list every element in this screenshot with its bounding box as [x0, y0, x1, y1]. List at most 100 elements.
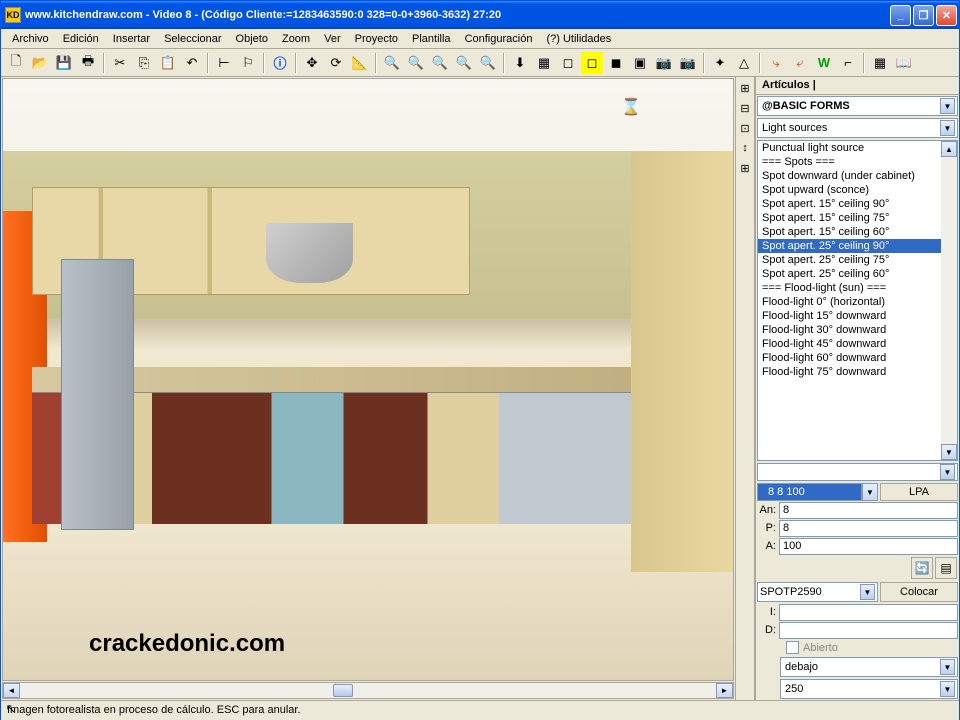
book-icon[interactable]: 📖 [893, 52, 915, 74]
side-tool-5-icon[interactable]: ⊞ [736, 159, 754, 177]
catalog-dropdown[interactable]: @BASIC FORMS ▼ [757, 96, 958, 116]
copy-icon[interactable]: ⎘ [133, 52, 155, 74]
chevron-down-icon[interactable]: ▼ [940, 120, 955, 136]
chevron-down-icon[interactable]: ▼ [860, 584, 875, 600]
i-input[interactable] [779, 604, 958, 621]
side-tool-3-icon[interactable]: ⊡ [736, 119, 754, 137]
palette-icon[interactable]: ▦ [869, 52, 891, 74]
scroll-right-icon[interactable]: ► [716, 683, 733, 698]
viewport-3d[interactable]: ⌛ crackedonic.com [2, 78, 734, 681]
menu-configuracion[interactable]: Configuración [458, 31, 540, 47]
zoom-window-icon[interactable]: 🔍 [453, 52, 475, 74]
view-top-icon[interactable]: ⬇ [509, 52, 531, 74]
save-icon[interactable]: 💾 [53, 52, 75, 74]
scroll-up-icon[interactable]: ▲ [941, 141, 957, 157]
list-item[interactable]: Spot downward (under cabinet) [758, 169, 957, 183]
list-item[interactable]: Flood-light 30° downward [758, 323, 957, 337]
chevron-down-icon[interactable]: ▼ [940, 464, 955, 480]
measure-icon[interactable]: ⊢ [213, 52, 235, 74]
tool-e-icon[interactable]: ⌐ [837, 52, 859, 74]
depth-input[interactable] [779, 520, 958, 537]
spacer-dropdown[interactable]: ▼ [757, 463, 958, 481]
menu-objeto[interactable]: Objeto [229, 31, 275, 47]
paste-icon[interactable]: 📋 [157, 52, 179, 74]
open-checkbox[interactable] [786, 641, 799, 654]
menu-edicion[interactable]: Edición [56, 31, 106, 47]
tool-a-icon[interactable]: ✦ [709, 52, 731, 74]
menu-zoom[interactable]: Zoom [275, 31, 317, 47]
cursor-icon[interactable]: ↖ [2, 700, 20, 718]
print-icon[interactable]: 🖶 [77, 52, 99, 74]
list-item[interactable]: Spot apert. 25° ceiling 75° [758, 253, 957, 267]
chevron-down-icon[interactable]: ▼ [940, 98, 955, 114]
menu-archivo[interactable]: Archivo [5, 31, 56, 47]
angle-icon[interactable]: 📐 [349, 52, 371, 74]
value-dropdown[interactable]: 250 ▼ [780, 679, 958, 699]
list-item[interactable]: Spot apert. 25° ceiling 90° [758, 239, 957, 253]
side-tool-2-icon[interactable]: ⊟ [736, 99, 754, 117]
undo-icon[interactable]: ↶ [181, 52, 203, 74]
list-item[interactable]: Spot apert. 25° ceiling 60° [758, 267, 957, 281]
list-item[interactable]: Flood-light 45° downward [758, 337, 957, 351]
maximize-button[interactable]: ❐ [913, 5, 934, 26]
open-icon[interactable]: 📂 [29, 52, 51, 74]
chevron-down-icon[interactable]: ▼ [940, 681, 955, 697]
view-hidden-icon[interactable]: ◻ [581, 52, 603, 74]
chevron-down-icon[interactable]: ▼ [940, 659, 955, 675]
list-item[interactable]: Flood-light 15° downward [758, 309, 957, 323]
scroll-track[interactable] [20, 683, 716, 698]
tool-w-icon[interactable]: W [813, 52, 835, 74]
list-item[interactable]: Spot upward (sconce) [758, 183, 957, 197]
camera2-icon[interactable]: 📷 [677, 52, 699, 74]
zoom-in-icon[interactable]: 🔍 [381, 52, 403, 74]
lpa-button[interactable]: LPA [880, 483, 958, 501]
refresh-icon[interactable]: 🔄 [911, 557, 933, 579]
scroll-down-icon[interactable]: ▼ [941, 444, 957, 460]
side-tool-4-icon[interactable]: ↕ [736, 139, 754, 157]
category-dropdown[interactable]: Light sources ▼ [757, 118, 958, 138]
menu-insertar[interactable]: Insertar [106, 31, 157, 47]
list-item[interactable]: Spot apert. 15° ceiling 75° [758, 211, 957, 225]
rotate-icon[interactable]: ⟳ [325, 52, 347, 74]
new-icon[interactable]: 🗋 [5, 52, 27, 74]
flag-icon[interactable]: ⚐ [237, 52, 259, 74]
minimize-button[interactable]: _ [890, 5, 911, 26]
zoom-fit-icon[interactable]: 🔍 [429, 52, 451, 74]
list-item[interactable]: Spot apert. 15° ceiling 90° [758, 197, 957, 211]
view-wire-icon[interactable]: ◻ [557, 52, 579, 74]
list-item[interactable]: Spot apert. 15° ceiling 60° [758, 225, 957, 239]
place-button[interactable]: Colocar [880, 582, 958, 602]
height-input[interactable] [779, 538, 958, 555]
tool-c-icon[interactable]: ⤷ [765, 52, 787, 74]
view-shade-icon[interactable]: ◼ [605, 52, 627, 74]
scroll-left-icon[interactable]: ◄ [3, 683, 20, 698]
list-item[interactable]: Flood-light 75° downward [758, 365, 957, 379]
list-icon[interactable]: ▤ [935, 557, 957, 579]
info-icon[interactable]: ⓘ [269, 52, 291, 74]
tool-b-icon[interactable]: △ [733, 52, 755, 74]
position-dropdown[interactable]: debajo ▼ [780, 657, 958, 677]
list-item[interactable]: Flood-light 0° (horizontal) [758, 295, 957, 309]
chevron-down-icon[interactable]: ▼ [862, 483, 878, 501]
tool-d-icon[interactable]: ⤶ [789, 52, 811, 74]
list-item[interactable]: Flood-light 60° downward [758, 351, 957, 365]
menu-utilidades[interactable]: (?) Utilidades [539, 31, 618, 47]
close-button[interactable]: ✕ [936, 5, 957, 26]
list-item[interactable]: === Flood-light (sun) === [758, 281, 957, 295]
menu-seleccionar[interactable]: Seleccionar [157, 31, 228, 47]
move-icon[interactable]: ✥ [301, 52, 323, 74]
menu-ver[interactable]: Ver [317, 31, 348, 47]
items-listbox[interactable]: Punctual light source=== Spots ===Spot d… [757, 140, 958, 461]
side-tool-1-icon[interactable]: ⊞ [736, 79, 754, 97]
list-item[interactable]: === Spots === [758, 155, 957, 169]
scroll-thumb[interactable] [333, 684, 353, 697]
product-code-dropdown[interactable]: SPOTP2590 ▼ [757, 582, 878, 602]
menu-plantilla[interactable]: Plantilla [405, 31, 458, 47]
list-item[interactable]: Punctual light source [758, 141, 957, 155]
cut-icon[interactable]: ✂ [109, 52, 131, 74]
view-real-icon[interactable]: ▣ [629, 52, 651, 74]
h-scrollbar[interactable]: ◄ ► [2, 682, 734, 699]
view-elev-icon[interactable]: ▦ [533, 52, 555, 74]
d-input[interactable] [779, 622, 958, 639]
zoom-out-icon[interactable]: 🔍 [405, 52, 427, 74]
